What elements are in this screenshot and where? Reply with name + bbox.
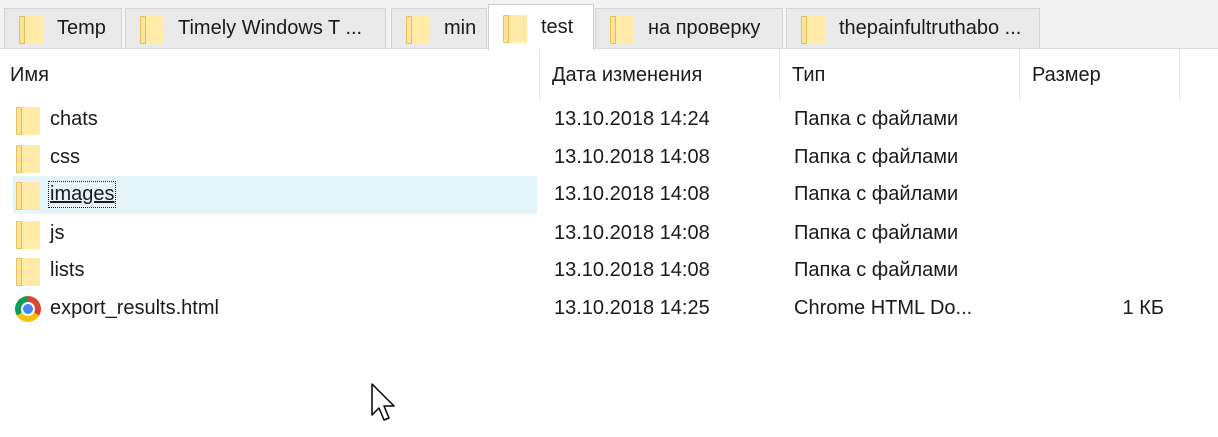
- file-date: 13.10.2018 14:08: [554, 259, 710, 281]
- file-type: Папка с файлами: [794, 222, 959, 244]
- tab-bar: Temp Timely Windows T ... min test на пр…: [0, 0, 1218, 50]
- file-type: Chrome HTML Do...: [794, 297, 973, 319]
- file-name: images: [47, 181, 117, 208]
- file-name: css: [50, 146, 80, 168]
- tab-thepainfultruthabo[interactable]: thepainfultruthabo ...: [786, 8, 1040, 48]
- file-type: Папка с файлами: [794, 259, 959, 281]
- tab-timely-windows[interactable]: Timely Windows T ...: [125, 8, 386, 48]
- column-header-date[interactable]: Дата изменения: [540, 50, 780, 100]
- file-explorer: Temp Timely Windows T ... min test на пр…: [0, 0, 1218, 437]
- folder-icon: [16, 105, 40, 135]
- tab-label: Timely Windows T ...: [178, 17, 363, 39]
- tab-test[interactable]: test: [488, 4, 594, 50]
- folder-icon: [16, 256, 40, 286]
- folder-icon: [16, 180, 40, 210]
- column-header-label: Тип: [792, 63, 826, 86]
- column-header: Имя Дата изменения Тип Размер: [0, 50, 1218, 100]
- file-type: Папка с файлами: [794, 108, 959, 130]
- tab-label: Temp: [57, 17, 106, 39]
- file-size: 1 КБ: [1122, 297, 1164, 319]
- list-item[interactable]: js 13.10.2018 14:08 Папка с файлами: [0, 215, 1218, 253]
- tab-min[interactable]: min: [391, 8, 487, 48]
- file-date: 13.10.2018 14:08: [554, 183, 710, 205]
- folder-icon: [16, 219, 40, 249]
- file-date: 13.10.2018 14:24: [554, 108, 710, 130]
- column-header-type[interactable]: Тип: [780, 50, 1020, 100]
- column-header-name[interactable]: Имя: [0, 50, 540, 100]
- list-item[interactable]: css 13.10.2018 14:08 Папка с файлами: [0, 139, 1218, 177]
- column-header-label: Дата изменения: [552, 63, 703, 86]
- list-item-selected[interactable]: images 13.10.2018 14:08 Папка с файлами: [0, 176, 1218, 214]
- file-type: Папка с файлами: [794, 183, 959, 205]
- list-item[interactable]: chats 13.10.2018 14:24 Папка с файлами: [0, 101, 1218, 139]
- tab-na-proverku[interactable]: на проверку: [595, 8, 783, 48]
- file-date: 13.10.2018 14:08: [554, 146, 710, 168]
- folder-icon: [406, 14, 430, 44]
- file-name: export_results.html: [50, 297, 219, 319]
- list-item[interactable]: lists 13.10.2018 14:08 Папка с файлами: [0, 252, 1218, 290]
- column-header-label: Имя: [10, 63, 49, 86]
- file-name: chats: [50, 108, 98, 130]
- tab-label: thepainfultruthabo ...: [839, 17, 1022, 39]
- file-type: Папка с файлами: [794, 146, 959, 168]
- column-header-label: Размер: [1032, 63, 1101, 86]
- column-header-size[interactable]: Размер: [1020, 50, 1180, 100]
- file-name: lists: [50, 259, 85, 281]
- tab-label: min: [444, 17, 477, 39]
- folder-icon: [16, 143, 40, 173]
- tab-temp[interactable]: Temp: [4, 8, 122, 48]
- folder-icon: [801, 14, 825, 44]
- file-name: js: [50, 222, 65, 244]
- folder-icon: [610, 14, 634, 44]
- folder-icon: [19, 14, 43, 44]
- folder-icon: [140, 14, 164, 44]
- file-date: 13.10.2018 14:08: [554, 222, 710, 244]
- mouse-pointer-icon: [371, 383, 395, 421]
- tab-label: на проверку: [648, 17, 761, 39]
- chrome-icon: [15, 296, 41, 322]
- tab-label: test: [541, 16, 574, 38]
- file-date: 13.10.2018 14:25: [554, 297, 710, 319]
- folder-icon: [503, 13, 527, 43]
- list-item[interactable]: export_results.html 13.10.2018 14:25 Chr…: [0, 290, 1218, 328]
